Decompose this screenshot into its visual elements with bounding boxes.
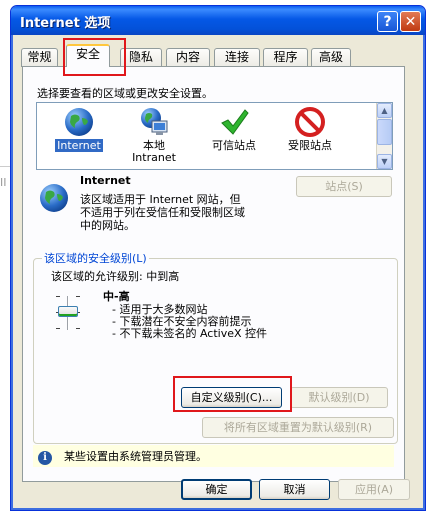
zone-local-intranet[interactable]: 本地 Intranet <box>117 106 191 164</box>
info-icon: i <box>38 451 52 465</box>
tab-programs[interactable]: 程序 <box>263 48 308 67</box>
default-level-button[interactable]: 默认级别(D) <box>290 387 388 408</box>
zone-label: 受限站点 <box>288 139 332 152</box>
tab-label: 内容 <box>175 50 200 64</box>
tab-label: 连接 <box>224 50 249 64</box>
zone-info-globe-icon <box>38 182 70 217</box>
checkmark-icon <box>218 106 250 138</box>
tab-connections[interactable]: 连接 <box>214 48 260 67</box>
prohibited-icon <box>294 106 326 138</box>
close-button[interactable]: ✕ <box>400 11 421 32</box>
slider-thumb[interactable] <box>58 306 78 317</box>
window-title: Internet 选项 <box>20 16 111 31</box>
zone-label: 可信站点 <box>212 139 256 152</box>
slider-tick <box>76 328 80 329</box>
scroll-thumb[interactable] <box>377 119 392 145</box>
tab-label: 常规 <box>27 50 52 64</box>
sites-button[interactable]: 站点(S) <box>296 176 392 197</box>
scroll-up-arrow-icon[interactable]: ▲ <box>377 103 392 118</box>
tab-label: 隐私 <box>128 50 153 64</box>
ok-button[interactable]: 确定 <box>181 479 252 500</box>
tab-advanced[interactable]: 高级 <box>311 48 351 67</box>
slider-tick <box>76 296 80 297</box>
reset-all-zones-button[interactable]: 将所有区域重置为默认级别(R) <box>202 417 394 438</box>
tab-label: 高级 <box>318 50 343 64</box>
globe-icon <box>63 106 95 138</box>
intranet-computer-globe-icon <box>138 106 170 138</box>
background-line <box>0 166 10 167</box>
zone-list[interactable]: Internet 本地 Intranet 可信站点 受限站点 ▲ ▼ <box>36 102 393 170</box>
zone-restricted-sites[interactable]: 受限站点 <box>273 106 347 152</box>
slider-tick <box>56 296 60 297</box>
zone-prompt: 选择要查看的区域或更改安全设置。 <box>37 87 213 100</box>
level-name: 中-高 <box>103 290 130 303</box>
tab-label: 程序 <box>273 50 298 64</box>
apply-button[interactable]: 应用(A) <box>338 479 410 500</box>
zone-name: Internet <box>80 174 131 187</box>
tab-privacy[interactable]: 隐私 <box>120 48 162 67</box>
highlight-box-custom-level <box>173 376 292 412</box>
highlight-box-security-tab <box>63 38 126 76</box>
cancel-button[interactable]: 取消 <box>259 479 330 500</box>
zone-description: 该区域适用于 Internet 网站，但 不适用于列在受信任和受限制区域 中的网… <box>80 193 245 232</box>
slider-tick <box>56 328 60 329</box>
level-bullet: - 不下载未签名的 ActiveX 控件 <box>112 327 268 340</box>
zone-label: 本地 Intranet <box>132 139 176 164</box>
tab-content[interactable]: 内容 <box>166 48 210 67</box>
zone-trusted-sites[interactable]: 可信站点 <box>197 106 271 152</box>
scroll-down-arrow-icon[interactable]: ▼ <box>377 154 392 169</box>
background-fragment: II <box>0 176 7 189</box>
help-button[interactable]: ? <box>377 11 398 32</box>
admin-notice-text: 某些设置由系统管理员管理。 <box>64 450 207 463</box>
security-level-group-title: 该区域的安全级别(L) <box>42 250 149 266</box>
tab-general[interactable]: 常规 <box>21 48 58 67</box>
title-bar[interactable]: Internet 选项 ? ✕ <box>11 6 425 35</box>
allowed-level-text: 该区域的允许级别: 中到高 <box>51 270 180 283</box>
zone-internet[interactable]: Internet <box>42 106 116 152</box>
zone-list-scrollbar[interactable]: ▲ ▼ <box>376 103 392 169</box>
zone-label: Internet <box>55 139 103 152</box>
